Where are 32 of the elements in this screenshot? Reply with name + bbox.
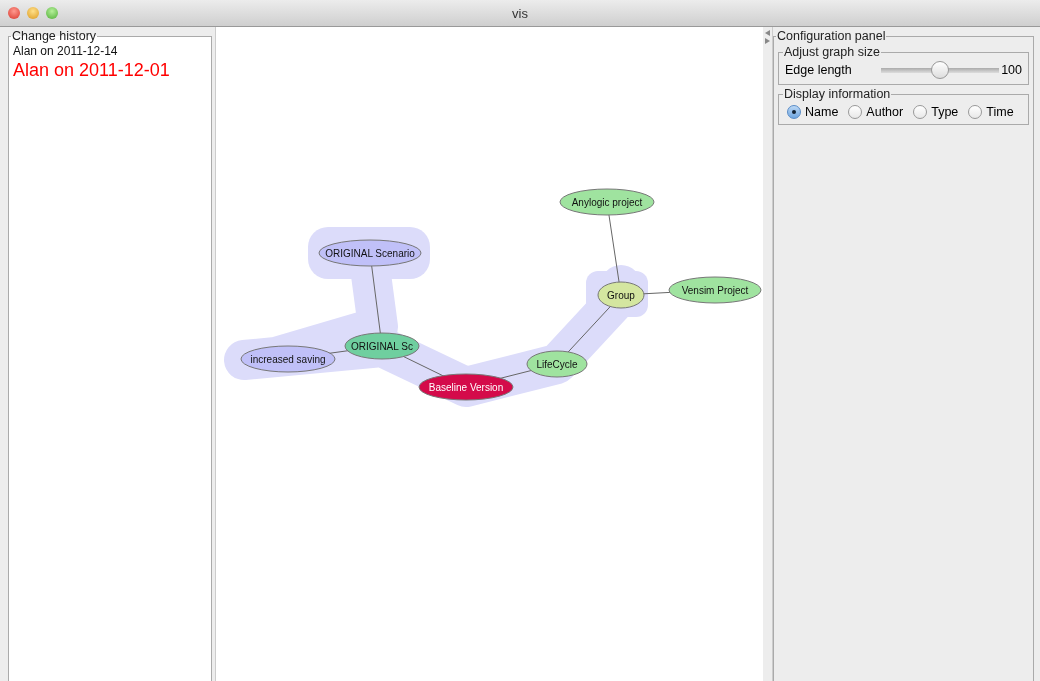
graph-node[interactable]: Baseline Version xyxy=(418,373,514,401)
graph-node[interactable]: LifeCycle xyxy=(526,350,588,378)
graph-node[interactable]: increased saving xyxy=(240,345,336,373)
radio-button[interactable] xyxy=(787,105,801,119)
collapse-right-icon[interactable] xyxy=(765,38,770,44)
graph-node[interactable]: ORIGINAL Scenario xyxy=(318,239,422,267)
panel-title: Configuration panel xyxy=(776,29,887,43)
radio-option[interactable]: Type xyxy=(913,105,959,119)
history-entry[interactable]: Alan on 2011-12-01 xyxy=(13,59,207,82)
zoom-button[interactable] xyxy=(46,7,58,19)
graph-node[interactable]: Group xyxy=(597,281,645,309)
panel-title: Change history xyxy=(11,29,98,43)
slider-thumb[interactable] xyxy=(931,61,949,79)
slider-value: 100 xyxy=(1001,63,1022,77)
radio-button[interactable] xyxy=(848,105,863,119)
group-title: Display information xyxy=(783,87,892,101)
group-title: Adjust graph size xyxy=(783,45,881,59)
graph-node[interactable]: Vensim Project xyxy=(668,276,762,304)
radio-button[interactable] xyxy=(913,105,928,119)
history-entry[interactable]: Alan on 2011-12-14 xyxy=(13,43,207,59)
minimize-button[interactable] xyxy=(27,7,39,19)
slider-label: Edge length xyxy=(785,63,853,77)
window-title: vis xyxy=(512,5,528,21)
radio-option[interactable]: Author xyxy=(848,105,904,119)
radio-button[interactable] xyxy=(968,105,983,119)
graph-node[interactable]: ORIGINAL Sc xyxy=(344,332,420,360)
radio-option[interactable]: Time xyxy=(968,105,1014,119)
close-button[interactable] xyxy=(8,7,20,19)
split-divider[interactable] xyxy=(763,27,773,681)
radio-option[interactable]: Name xyxy=(787,105,839,119)
graph-node[interactable]: Anylogic project xyxy=(559,188,655,216)
collapse-left-icon[interactable] xyxy=(765,30,770,36)
